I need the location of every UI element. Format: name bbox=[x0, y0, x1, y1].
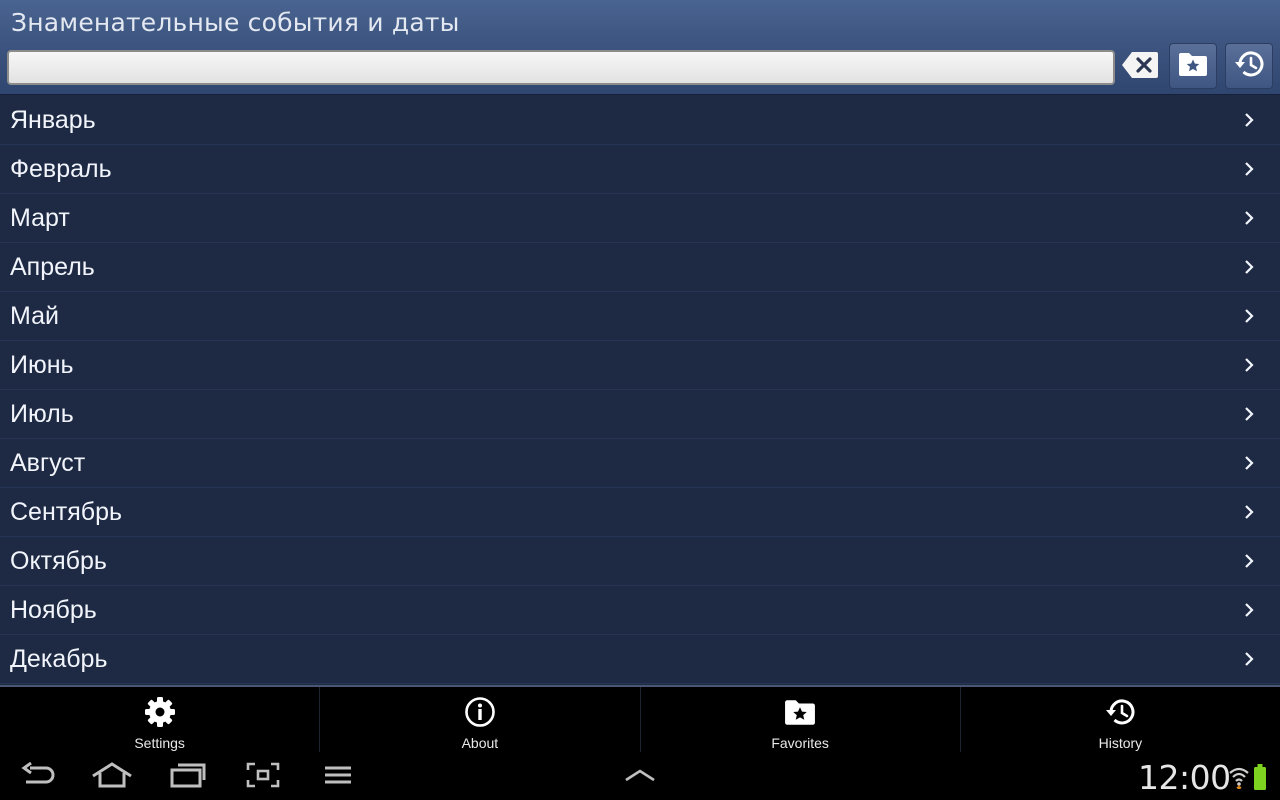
settings-label: Settings bbox=[134, 735, 185, 751]
month-label: Декабрь bbox=[10, 644, 108, 673]
list-item-september[interactable]: Сентябрь bbox=[0, 488, 1280, 537]
about-button[interactable]: About bbox=[320, 687, 641, 752]
month-label: Август bbox=[10, 448, 86, 477]
search-input[interactable] bbox=[7, 50, 1115, 85]
screenshot-button[interactable] bbox=[244, 760, 282, 794]
chevron-right-icon bbox=[1242, 258, 1256, 276]
chevron-right-icon bbox=[1242, 307, 1256, 325]
star-folder-icon bbox=[1178, 51, 1208, 82]
info-icon bbox=[464, 695, 496, 729]
favorites-button[interactable]: Favorites bbox=[641, 687, 961, 752]
recent-apps-icon bbox=[170, 762, 206, 793]
clear-search-button[interactable] bbox=[1120, 50, 1160, 84]
list-item-march[interactable]: Март bbox=[0, 194, 1280, 243]
month-label: Май bbox=[10, 301, 59, 330]
month-list: Январь Февраль Март Апрель Май Июнь Июль bbox=[0, 96, 1280, 684]
app-window: Знаменательные события и даты Январь Фев… bbox=[0, 0, 1280, 752]
status-clock: 12:00 bbox=[1138, 758, 1231, 797]
chevron-up-icon bbox=[624, 768, 656, 787]
list-item-november[interactable]: Ноябрь bbox=[0, 586, 1280, 635]
system-navigation-bar: 12:00 bbox=[0, 752, 1280, 800]
back-button[interactable] bbox=[18, 760, 58, 794]
month-label: Январь bbox=[10, 105, 96, 134]
list-item-january[interactable]: Январь bbox=[0, 96, 1280, 145]
list-item-february[interactable]: Февраль bbox=[0, 145, 1280, 194]
history-header-button[interactable] bbox=[1225, 43, 1273, 89]
recent-apps-button[interactable] bbox=[168, 760, 208, 794]
chevron-right-icon bbox=[1242, 209, 1256, 227]
bottom-toolbar: Settings About Favorites History bbox=[0, 685, 1280, 752]
chevron-right-icon bbox=[1242, 503, 1256, 521]
app-header: Знаменательные события и даты bbox=[0, 0, 1280, 95]
wifi-icon bbox=[1228, 765, 1250, 794]
history-clock-icon bbox=[1103, 695, 1137, 729]
month-label: Апрель bbox=[10, 252, 95, 281]
list-item-may[interactable]: Май bbox=[0, 292, 1280, 341]
month-label: Октябрь bbox=[10, 546, 107, 575]
chevron-right-icon bbox=[1242, 601, 1256, 619]
gear-icon bbox=[144, 695, 176, 729]
favorites-header-button[interactable] bbox=[1169, 43, 1217, 89]
chevron-right-icon bbox=[1242, 552, 1256, 570]
list-item-december[interactable]: Декабрь bbox=[0, 635, 1280, 684]
menu-button[interactable] bbox=[322, 760, 354, 794]
history-button[interactable]: History bbox=[961, 687, 1280, 752]
month-label: Ноябрь bbox=[10, 595, 97, 624]
chevron-right-icon bbox=[1242, 111, 1256, 129]
home-icon bbox=[91, 761, 133, 793]
status-icons bbox=[1228, 764, 1266, 795]
favorites-label: Favorites bbox=[771, 735, 829, 751]
chevron-right-icon bbox=[1242, 160, 1256, 178]
month-label: Июль bbox=[10, 399, 74, 428]
history-label: History bbox=[1098, 735, 1143, 751]
star-folder-icon bbox=[784, 695, 816, 729]
list-item-april[interactable]: Апрель bbox=[0, 243, 1280, 292]
about-label: About bbox=[461, 735, 499, 751]
screenshot-icon bbox=[246, 762, 280, 793]
month-label: Сентябрь bbox=[10, 497, 122, 526]
chevron-right-icon bbox=[1242, 405, 1256, 423]
battery-icon bbox=[1254, 764, 1266, 795]
menu-icon bbox=[324, 765, 352, 790]
month-label: Март bbox=[10, 203, 70, 232]
chevron-right-icon bbox=[1242, 454, 1256, 472]
home-button[interactable] bbox=[90, 760, 134, 794]
list-item-june[interactable]: Июнь bbox=[0, 341, 1280, 390]
month-label: Июнь bbox=[10, 350, 74, 379]
settings-button[interactable]: Settings bbox=[0, 687, 321, 752]
list-item-july[interactable]: Июль bbox=[0, 390, 1280, 439]
expand-tray-button[interactable] bbox=[622, 760, 658, 794]
list-item-august[interactable]: Август bbox=[0, 439, 1280, 488]
month-label: Февраль bbox=[10, 154, 112, 183]
backspace-clear-icon bbox=[1121, 51, 1159, 84]
chevron-right-icon bbox=[1242, 356, 1256, 374]
chevron-right-icon bbox=[1242, 650, 1256, 668]
back-icon bbox=[20, 761, 56, 793]
app-title: Знаменательные события и даты bbox=[11, 8, 460, 37]
history-clock-icon bbox=[1233, 49, 1265, 84]
list-item-october[interactable]: Октябрь bbox=[0, 537, 1280, 586]
